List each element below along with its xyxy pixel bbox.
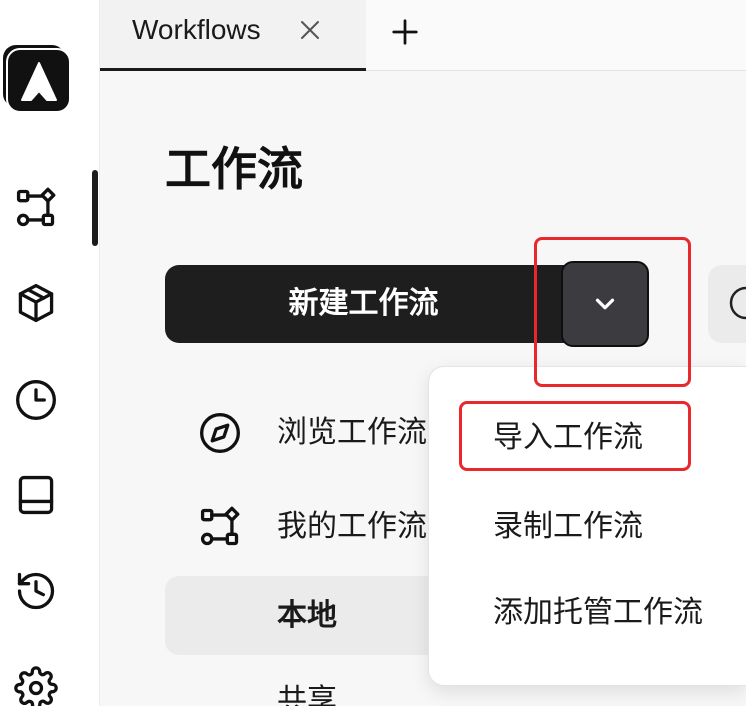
sidebar-item-workflows[interactable] [14,186,58,230]
nav-item-label: 共享 [277,684,337,706]
tab-close-button[interactable] [298,18,322,42]
menu-item-add-hosted-workflow[interactable]: 添加托管工作流 [429,573,746,653]
workflow-icon [200,506,240,546]
nav-item-icon [198,411,242,455]
new-tab-button[interactable] [390,17,420,47]
sidebar-item-settings[interactable] [14,666,58,706]
app-logo-icon [3,45,71,113]
sidebar-item-history[interactable] [14,569,58,613]
sidebar-item-schedule[interactable] [14,378,58,422]
plus-icon [392,19,418,45]
app-logo[interactable] [2,44,72,114]
close-icon [301,21,319,39]
sidebar-active-indicator [92,170,98,246]
tab-workflows[interactable]: Workflows [100,0,366,71]
nav-item-label: 浏览工作流 [277,416,427,449]
app-window: Workflows 工作流 新建工作流 浏览工作流 我的工作流 本地 共享 导入… [0,0,746,706]
clock-icon [16,380,56,420]
nav-item-icon [198,505,242,549]
search-icon [729,286,746,320]
chevron-down-icon [595,298,615,310]
new-workflow-menu: 导入工作流 录制工作流 添加托管工作流 [428,366,746,686]
gear-icon [14,666,58,706]
nav-item-label: 本地 [277,599,337,632]
menu-item-import-workflow[interactable]: 导入工作流 [429,398,746,478]
cube-icon [18,283,54,323]
compass-icon [200,413,240,453]
nav-item-label: 我的工作流 [277,510,427,543]
page-title: 工作流 [165,143,303,195]
nav-item-shared[interactable]: 共享 [165,683,705,706]
history-icon [17,572,55,610]
new-workflow-dropdown-toggle[interactable] [561,261,649,347]
tab-bar: Workflows [100,0,746,71]
sidebar [0,0,100,706]
tab-label: Workflows [132,14,261,45]
search-button[interactable] [708,265,746,343]
sidebar-item-storage[interactable] [14,473,58,517]
workflow-icon [16,187,56,227]
menu-item-record-workflow[interactable]: 录制工作流 [429,487,746,567]
new-workflow-button-label: 新建工作流 [288,287,439,320]
tray-icon [18,475,54,515]
sidebar-item-packages[interactable] [14,281,58,325]
